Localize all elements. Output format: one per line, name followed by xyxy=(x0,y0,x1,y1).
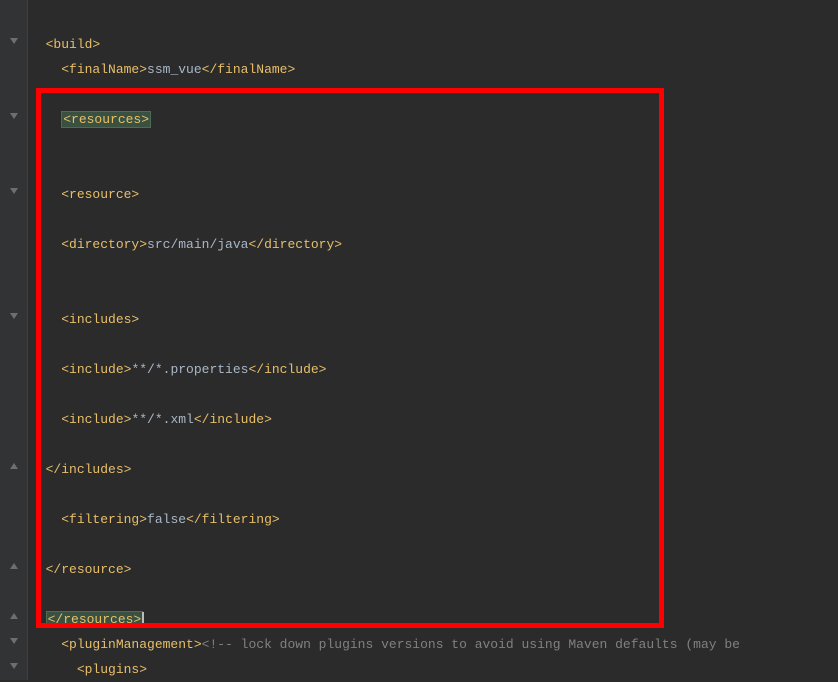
code-area[interactable]: <build> <finalName>ssm_vue</finalName> <… xyxy=(28,0,838,680)
fold-collapse-icon[interactable] xyxy=(9,186,19,196)
code-line[interactable] xyxy=(28,382,838,407)
code-line[interactable] xyxy=(28,257,838,282)
fold-collapse-icon[interactable] xyxy=(9,636,19,646)
xml-tag: <includes> xyxy=(61,312,139,327)
xml-text: false xyxy=(147,512,186,527)
xml-tag: <build> xyxy=(46,37,101,52)
code-line[interactable]: <pluginManagement><!-- lock down plugins… xyxy=(28,632,838,657)
code-line[interactable] xyxy=(28,432,838,457)
code-line[interactable]: <finalName>ssm_vue</finalName> xyxy=(28,57,838,82)
fold-expand-icon[interactable] xyxy=(9,461,19,471)
xml-text: src/main/java xyxy=(147,237,248,252)
code-line[interactable]: <directory>src/main/java</directory> xyxy=(28,232,838,257)
code-line[interactable]: <resources> xyxy=(28,107,838,132)
fold-expand-icon[interactable] xyxy=(9,611,19,621)
code-line[interactable] xyxy=(28,482,838,507)
xml-tag: <resource> xyxy=(61,187,139,202)
code-line[interactable]: <filtering>false</filtering> xyxy=(28,507,838,532)
fold-collapse-icon[interactable] xyxy=(9,311,19,321)
xml-tag: <finalName> xyxy=(61,62,147,77)
code-line[interactable]: <plugins> xyxy=(28,657,838,682)
code-line[interactable]: <include>**/*.xml</include> xyxy=(28,407,838,432)
xml-tag: <filtering> xyxy=(61,512,147,527)
code-line[interactable] xyxy=(28,82,838,107)
xml-tag: <directory> xyxy=(61,237,147,252)
code-line[interactable] xyxy=(28,332,838,357)
xml-tag: </includes> xyxy=(46,462,132,477)
code-line[interactable] xyxy=(28,282,838,307)
xml-tag: <include> xyxy=(61,412,131,427)
code-line[interactable]: </resource> xyxy=(28,557,838,582)
xml-text: ssm_vue xyxy=(147,62,202,77)
xml-text: **/*.xml xyxy=(131,412,193,427)
xml-tag: </directory> xyxy=(248,237,342,252)
code-line[interactable] xyxy=(28,207,838,232)
code-line[interactable]: </resources> xyxy=(28,607,838,632)
xml-text: **/*.properties xyxy=(131,362,248,377)
code-line[interactable] xyxy=(28,532,838,557)
fold-collapse-icon[interactable] xyxy=(9,36,19,46)
text-caret xyxy=(142,612,144,628)
xml-tag: </include> xyxy=(248,362,326,377)
xml-comment: <!-- lock down plugins versions to avoid… xyxy=(202,637,740,652)
xml-tag: </resource> xyxy=(46,562,132,577)
code-line[interactable]: <build> xyxy=(28,32,838,57)
code-line[interactable] xyxy=(28,582,838,607)
fold-collapse-icon[interactable] xyxy=(9,111,19,121)
xml-tag: <plugins> xyxy=(77,662,147,677)
code-line[interactable] xyxy=(28,157,838,182)
code-editor[interactable]: <build> <finalName>ssm_vue</finalName> <… xyxy=(0,0,838,680)
xml-tag: </finalName> xyxy=(202,62,296,77)
xml-tag-highlighted: </resources> xyxy=(46,611,144,628)
xml-tag: <pluginManagement> xyxy=(61,637,201,652)
xml-tag: </filtering> xyxy=(186,512,280,527)
code-line[interactable]: </includes> xyxy=(28,457,838,482)
xml-tag-highlighted: <resources> xyxy=(61,111,151,128)
code-line[interactable]: <includes> xyxy=(28,307,838,332)
gutter xyxy=(0,0,28,680)
xml-tag: <include> xyxy=(61,362,131,377)
fold-collapse-icon[interactable] xyxy=(9,661,19,671)
xml-tag: </include> xyxy=(194,412,272,427)
fold-expand-icon[interactable] xyxy=(9,561,19,571)
code-line[interactable]: <include>**/*.properties</include> xyxy=(28,357,838,382)
code-line[interactable]: <resource> xyxy=(28,182,838,207)
code-line[interactable] xyxy=(28,132,838,157)
